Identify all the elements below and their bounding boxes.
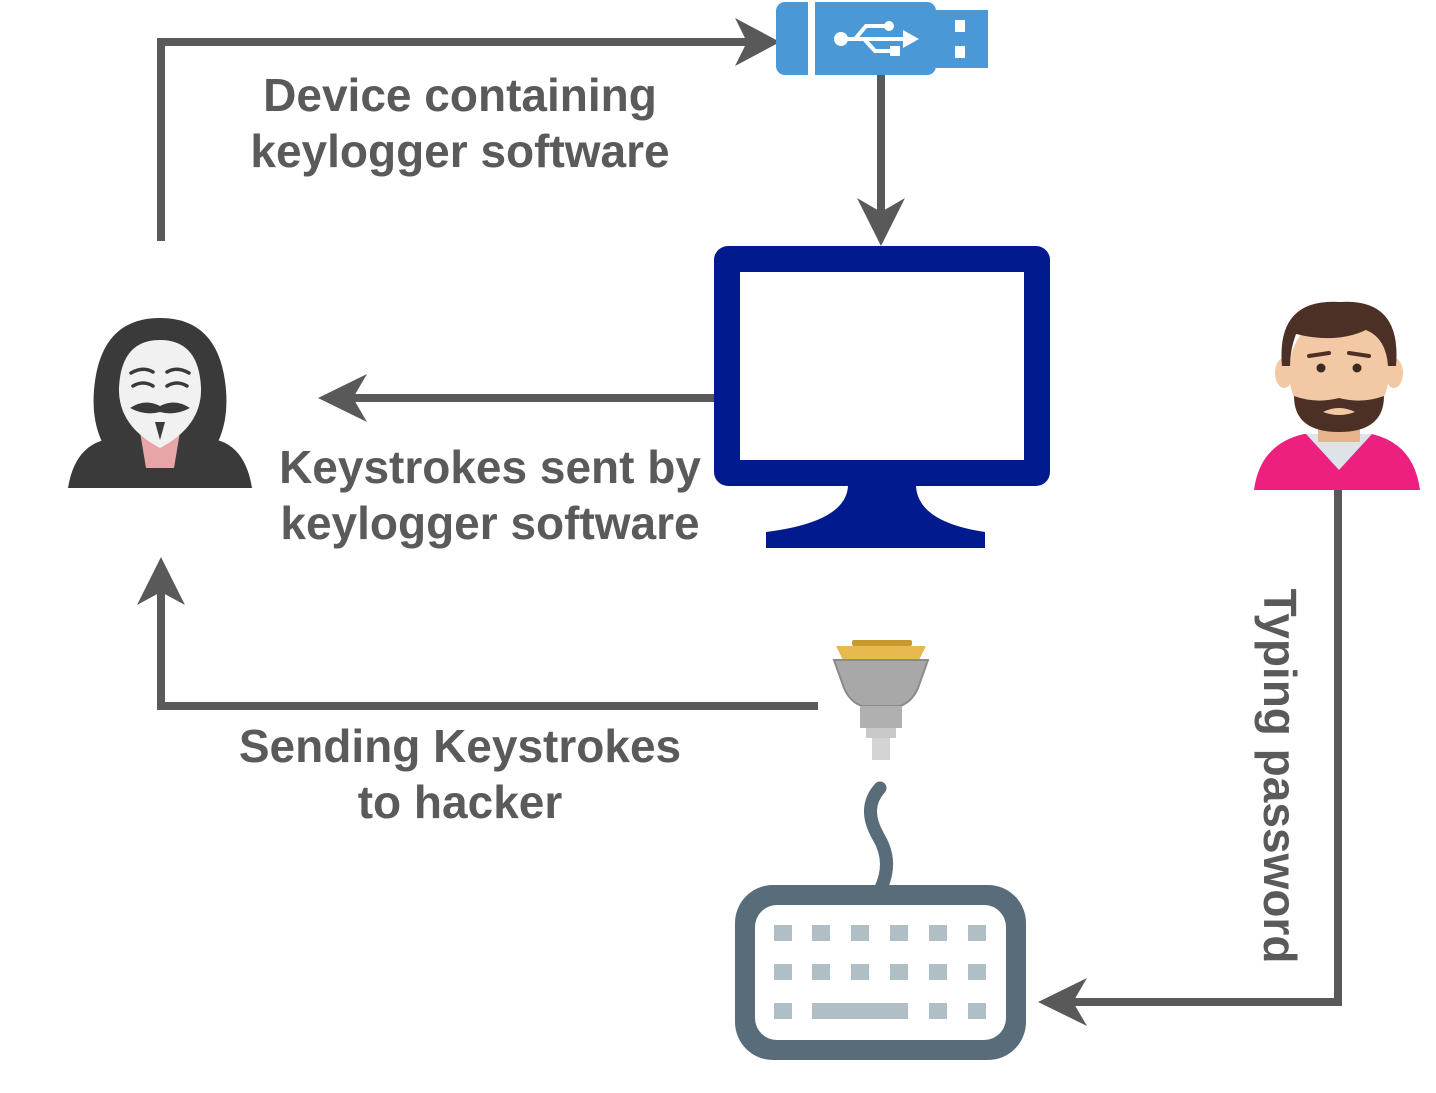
keylogger-diagram: Device containing keylogger software Key… xyxy=(0,0,1436,1088)
label-sent-line-1: Keystrokes sent by xyxy=(279,441,701,493)
label-keystrokes-sent: Keystrokes sent by keylogger software xyxy=(200,439,780,551)
label-device-line-1: Device containing xyxy=(263,69,657,121)
keyboard-icon xyxy=(735,781,1026,1060)
label-typing-password: Typing password xyxy=(1254,588,1306,964)
label-sending-line-1: Sending Keystrokes xyxy=(238,720,682,772)
user-icon xyxy=(1254,301,1420,490)
label-sent-line-2: keylogger software xyxy=(280,497,700,549)
usb-drive-icon xyxy=(776,2,988,75)
label-device-containing-keylogger: Device containing keylogger software xyxy=(180,67,740,179)
label-device-line-2: keylogger software xyxy=(250,125,670,177)
label-sending-keystrokes: Sending Keystrokes to hacker xyxy=(180,718,740,830)
arrow-connector-to-hacker xyxy=(157,584,818,710)
label-sending-line-2: to hacker xyxy=(357,776,563,828)
serial-connector-icon xyxy=(832,640,930,760)
